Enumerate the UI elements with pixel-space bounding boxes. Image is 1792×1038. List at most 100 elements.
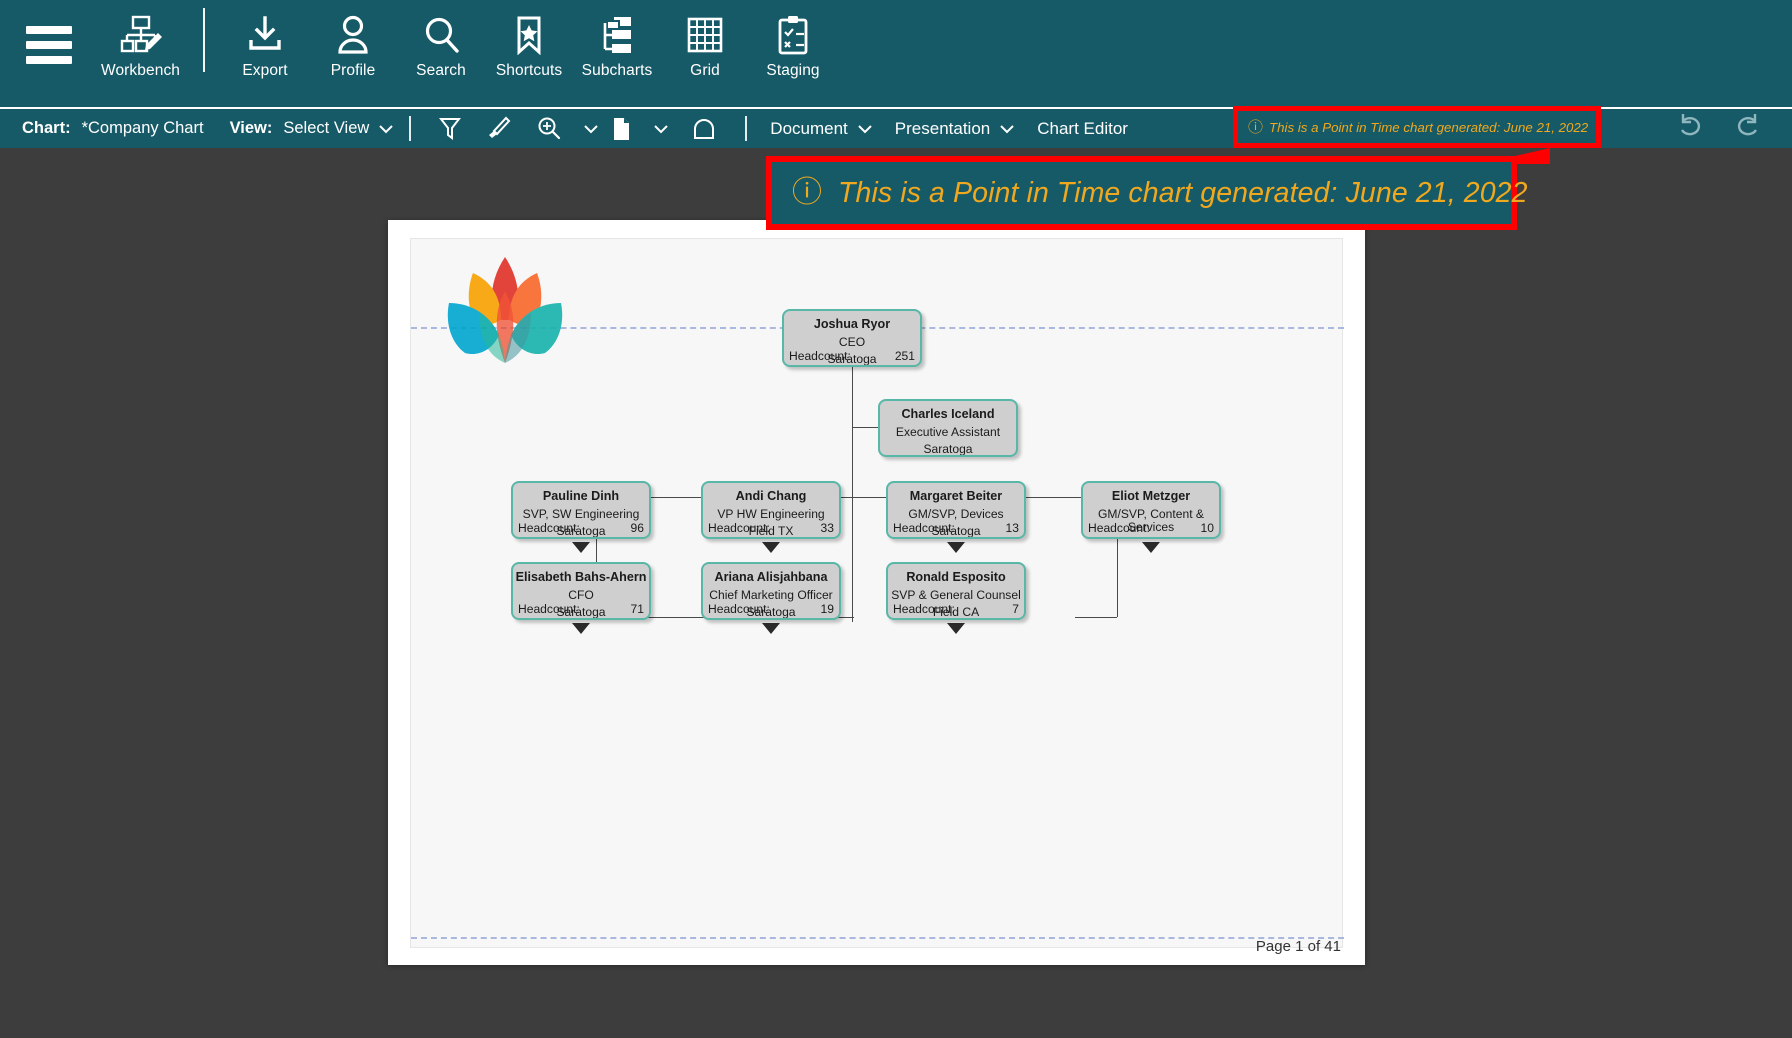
toolbar-item-workbench[interactable]: Workbench bbox=[101, 0, 180, 92]
headcount-value: 251 bbox=[895, 349, 915, 363]
chevron-down-icon[interactable] bbox=[583, 123, 599, 135]
callout-zoom-box: ⓘ This is a Point in Time chart generate… bbox=[766, 156, 1517, 230]
chevron-down-icon[interactable] bbox=[653, 123, 669, 135]
org-node-title: CFO bbox=[513, 589, 649, 602]
headcount-label: Headcount: bbox=[518, 521, 580, 535]
org-node-elisabeth-bahs-ahern[interactable]: Elisabeth Bahs-Ahern CFO Saratoga Headco… bbox=[511, 562, 651, 620]
expand-caret-ariana-alisjahbana[interactable] bbox=[762, 623, 780, 634]
headcount-value: 13 bbox=[1006, 521, 1019, 535]
callout-message: This is a Point in Time chart generated:… bbox=[838, 177, 1528, 210]
org-node-headcount: Headcount: 96 bbox=[513, 521, 649, 535]
hamburger-menu-icon[interactable] bbox=[18, 14, 80, 76]
org-node-name: Pauline Dinh bbox=[513, 490, 649, 504]
clipboard-staging-icon bbox=[774, 12, 812, 58]
highlighter-pen-icon[interactable] bbox=[487, 116, 511, 142]
org-node-andi-chang[interactable]: Andi Chang VP HW Engineering Field TX He… bbox=[701, 481, 841, 539]
connector-line bbox=[1075, 617, 1117, 618]
org-node-name: Elisabeth Bahs-Ahern bbox=[513, 571, 649, 585]
org-node-ariana-alisjahbana[interactable]: Ariana Alisjahbana Chief Marketing Offic… bbox=[701, 562, 841, 620]
info-circle-icon: ⓘ bbox=[792, 178, 822, 208]
menu-document[interactable]: Document bbox=[770, 119, 847, 139]
org-node-location: Field CA bbox=[1083, 538, 1219, 539]
redo-arrow-icon[interactable] bbox=[1734, 112, 1762, 138]
chevron-down-icon[interactable] bbox=[857, 123, 873, 135]
org-node-headcount: Headcount: 71 bbox=[513, 602, 649, 616]
org-node-pauline-dinh[interactable]: Pauline Dinh SVP, SW Engineering Saratog… bbox=[511, 481, 651, 539]
bookmark-star-icon bbox=[510, 12, 548, 58]
org-node-executive-assistant[interactable]: Charles Iceland Executive Assistant Sara… bbox=[878, 399, 1018, 457]
chart-page-inner: Joshua Ryor CEO Saratoga Headcount: 251 … bbox=[410, 238, 1343, 948]
headcount-value: 33 bbox=[821, 521, 834, 535]
toolbar-item-export[interactable]: Export bbox=[228, 0, 302, 92]
org-node-title: SVP, SW Engineering bbox=[513, 508, 649, 521]
org-node-headcount: Headcount: 33 bbox=[703, 521, 839, 535]
expand-caret-elisabeth-bahs-ahern[interactable] bbox=[572, 623, 590, 634]
org-node-margaret-beiter[interactable]: Margaret Beiter GM/SVP, Devices Saratoga… bbox=[886, 481, 1026, 539]
toolbar-item-label: Export bbox=[242, 62, 287, 80]
info-circle-icon: ⓘ bbox=[1248, 120, 1263, 135]
chart-canvas[interactable]: Joshua Ryor CEO Saratoga Headcount: 251 … bbox=[0, 148, 1792, 1038]
expand-caret-andi-chang[interactable] bbox=[762, 542, 780, 553]
headcount-value: 71 bbox=[631, 602, 644, 616]
headcount-value: 7 bbox=[1012, 602, 1019, 616]
toolbar-item-profile[interactable]: Profile bbox=[316, 0, 390, 92]
org-node-name: Joshua Ryor bbox=[784, 318, 920, 332]
undo-arrow-icon[interactable] bbox=[1676, 112, 1704, 138]
toolbar-item-staging[interactable]: Staging bbox=[756, 0, 830, 92]
point-in-time-notice[interactable]: ⓘ This is a Point in Time chart generate… bbox=[1233, 106, 1601, 148]
chevron-down-icon[interactable] bbox=[999, 123, 1015, 135]
headcount-label: Headcount: bbox=[518, 602, 580, 616]
chart-label: Chart: bbox=[22, 119, 71, 138]
toolbar-item-subcharts[interactable]: Subcharts bbox=[580, 0, 654, 92]
menu-chart-editor[interactable]: Chart Editor bbox=[1037, 119, 1128, 139]
headcount-label: Headcount: bbox=[893, 602, 955, 616]
org-node-ronald-esposito[interactable]: Ronald Esposito SVP & General Counsel Fi… bbox=[886, 562, 1026, 620]
toolbar-item-search[interactable]: Search bbox=[404, 0, 478, 92]
menu-presentation[interactable]: Presentation bbox=[895, 119, 990, 139]
zoom-in-icon[interactable] bbox=[537, 116, 561, 142]
toolbar-item-label: Grid bbox=[690, 62, 720, 80]
org-node-name: Margaret Beiter bbox=[888, 490, 1024, 504]
node-shape-icon[interactable] bbox=[691, 116, 717, 142]
org-node-headcount: Headcount: 10 bbox=[1083, 521, 1219, 535]
expand-caret-eliot-metzger[interactable] bbox=[1142, 542, 1160, 553]
headcount-value: 96 bbox=[631, 521, 644, 535]
org-node-eliot-metzger[interactable]: Eliot Metzger GM/SVP, Content & Services… bbox=[1081, 481, 1221, 539]
org-node-ceo[interactable]: Joshua Ryor CEO Saratoga Headcount: 251 bbox=[782, 309, 922, 367]
org-node-headcount: Headcount: 7 bbox=[888, 602, 1024, 616]
org-node-title: GM/SVP, Devices bbox=[888, 508, 1024, 521]
headcount-label: Headcount: bbox=[893, 521, 955, 535]
person-profile-icon bbox=[334, 12, 372, 58]
chart-name-value[interactable]: *Company Chart bbox=[82, 119, 204, 138]
org-node-headcount: Headcount: 251 bbox=[784, 349, 920, 363]
org-node-name: Eliot Metzger bbox=[1083, 490, 1219, 504]
toolbar-divider bbox=[745, 116, 747, 141]
chevron-down-icon[interactable] bbox=[378, 123, 394, 135]
magnifier-search-icon bbox=[422, 12, 460, 58]
org-node-name: Ronald Esposito bbox=[888, 571, 1024, 585]
filter-funnel-icon[interactable] bbox=[439, 116, 461, 142]
toolbar-item-shortcuts[interactable]: Shortcuts bbox=[492, 0, 566, 92]
headcount-value: 19 bbox=[821, 602, 834, 616]
company-lotus-logo bbox=[439, 251, 571, 369]
org-node-headcount: Headcount: 13 bbox=[888, 521, 1024, 535]
expand-caret-ronald-esposito[interactable] bbox=[947, 623, 965, 634]
point-in-time-message: This is a Point in Time chart generated:… bbox=[1269, 120, 1588, 135]
headcount-label: Headcount: bbox=[708, 521, 770, 535]
org-node-name: Ariana Alisjahbana bbox=[703, 571, 839, 585]
org-node-title: CEO bbox=[784, 336, 920, 349]
toolbar-item-label: Workbench bbox=[101, 62, 180, 80]
subcharts-hierarchy-icon bbox=[598, 12, 636, 58]
connector-line bbox=[852, 427, 878, 428]
toolbar-item-grid[interactable]: Grid bbox=[668, 0, 742, 92]
org-node-title: VP HW Engineering bbox=[703, 508, 839, 521]
view-select-value[interactable]: Select View bbox=[283, 119, 369, 138]
expand-caret-margaret-beiter[interactable] bbox=[947, 542, 965, 553]
org-node-title: Executive Assistant bbox=[880, 426, 1016, 439]
toolbar-item-label: Shortcuts bbox=[496, 62, 562, 80]
expand-caret-pauline-dinh[interactable] bbox=[572, 542, 590, 553]
page-layout-icon[interactable] bbox=[612, 116, 631, 142]
main-toolbar: Workbench Export Profile bbox=[0, 0, 1792, 107]
connector-line bbox=[1117, 535, 1118, 617]
page-margin-guide-bottom bbox=[411, 937, 1344, 939]
